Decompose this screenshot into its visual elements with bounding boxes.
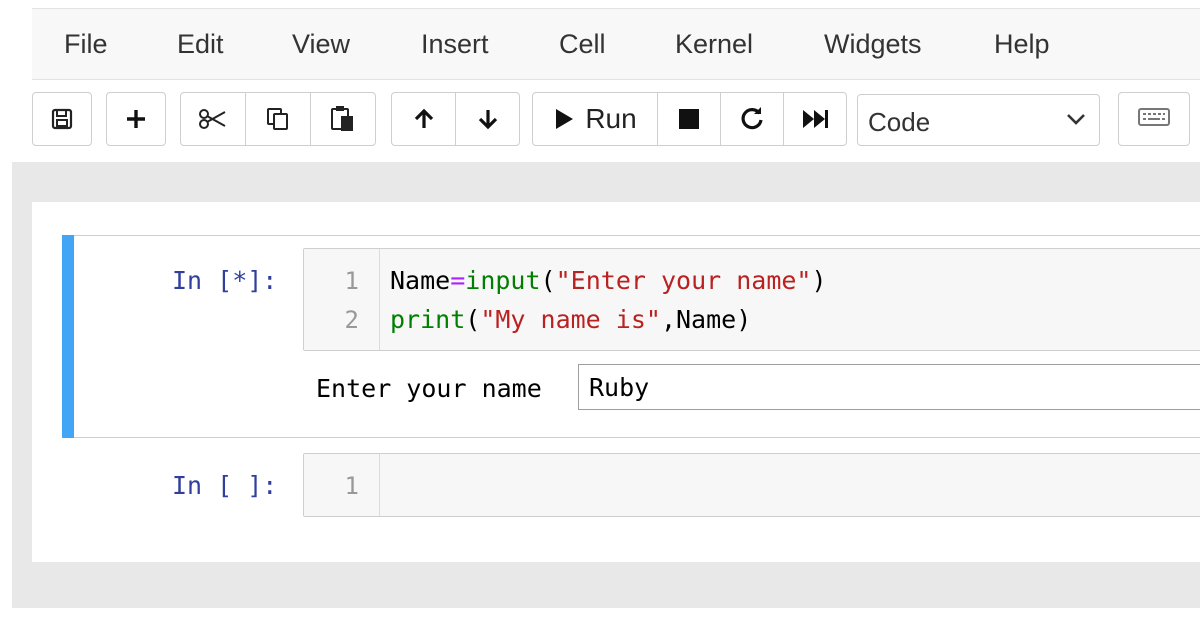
menu-view[interactable]: View [292, 29, 350, 60]
edit-group [180, 92, 376, 148]
notebook-background [12, 162, 1200, 202]
cell-prompt: In [*]: [172, 266, 278, 295]
move-group [391, 92, 520, 148]
notebook-footer [12, 562, 1200, 608]
menu-widgets[interactable]: Widgets [824, 29, 922, 60]
plus-icon [124, 107, 148, 131]
line-number: 1 [344, 267, 359, 295]
save-icon [50, 107, 74, 131]
code-editor-empty[interactable]: 1 [303, 453, 1200, 517]
chevron-down-icon [1065, 111, 1087, 132]
code-variable: Name [390, 266, 451, 295]
notebook-gutter [12, 162, 32, 608]
menu-insert[interactable]: Insert [421, 29, 489, 60]
cell-type-select[interactable]: Code [857, 94, 1100, 146]
code-text: ,Name) [660, 305, 752, 334]
code-string: "Enter your name" [555, 266, 812, 295]
run-all-button[interactable] [783, 92, 847, 146]
insert-cell-button[interactable] [106, 92, 166, 146]
interrupt-button[interactable] [657, 92, 721, 146]
paste-icon [330, 105, 356, 133]
menu-help[interactable]: Help [994, 29, 1050, 60]
stdin-input[interactable] [578, 364, 1200, 410]
code-builtin: input [465, 266, 541, 295]
line-number-gutter: 1 [304, 454, 380, 516]
move-up-button[interactable] [391, 92, 456, 146]
stop-icon [678, 108, 700, 130]
selected-cell-indicator [62, 235, 74, 438]
arrow-up-icon [412, 107, 436, 131]
paste-button[interactable] [310, 92, 376, 146]
move-down-button[interactable] [455, 92, 520, 146]
cut-button[interactable] [180, 92, 246, 146]
command-palette-button[interactable] [1118, 92, 1190, 146]
insert-group [106, 92, 166, 148]
code-editor[interactable]: 1 2 Name=input("Enter your name") print(… [303, 248, 1200, 351]
run-group: Run [532, 92, 847, 148]
line-number-gutter: 1 2 [304, 249, 380, 350]
line-number: 1 [344, 472, 359, 500]
cut-icon [198, 107, 228, 131]
run-button[interactable]: Run [532, 92, 658, 146]
menu-kernel[interactable]: Kernel [675, 29, 753, 60]
copy-icon [265, 106, 291, 132]
menu-edit[interactable]: Edit [177, 29, 224, 60]
code-string: "My name is" [480, 305, 661, 334]
menu-cell[interactable]: Cell [559, 29, 606, 60]
code-builtin: print [390, 305, 466, 334]
play-icon [553, 107, 575, 131]
code-paren: ( [540, 266, 556, 295]
restart-button[interactable] [720, 92, 784, 146]
code-line-2: print("My name is",Name) [390, 305, 751, 334]
code-paren: ( [465, 305, 481, 334]
line-number: 2 [344, 306, 359, 334]
code-operator: = [450, 266, 466, 295]
keyboard-icon [1138, 107, 1170, 132]
menu-bar: File Edit View Insert Cell Kernel Widget… [32, 8, 1200, 80]
code-paren: ) [811, 266, 827, 295]
stdin-prompt: Enter your name [316, 374, 542, 403]
menu-file[interactable]: File [64, 29, 108, 60]
save-button[interactable] [32, 92, 92, 146]
arrow-down-icon [476, 107, 500, 131]
cell-type-value: Code [868, 107, 931, 137]
run-label: Run [585, 103, 637, 134]
fast-forward-icon [801, 108, 829, 130]
cell-prompt: In [ ]: [172, 471, 278, 500]
code-line-1: Name=input("Enter your name") [390, 266, 827, 295]
save-group [32, 92, 92, 148]
restart-icon [739, 106, 765, 132]
copy-button[interactable] [245, 92, 311, 146]
